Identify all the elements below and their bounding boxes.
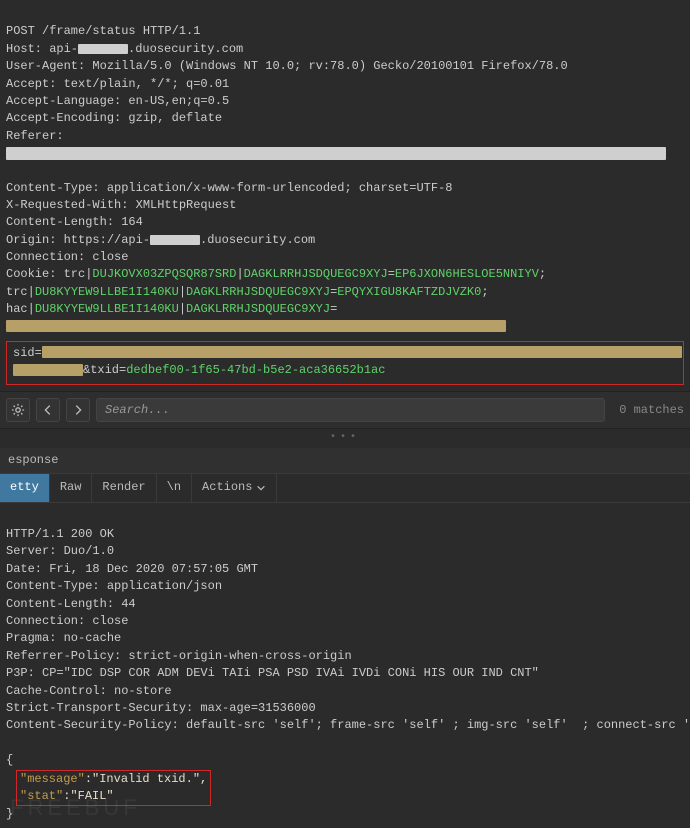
settings-gear-icon[interactable]: [6, 398, 30, 422]
accept-header: Accept: text/plain, */*; q=0.01: [6, 77, 229, 91]
search-match-count: 0 matches: [619, 402, 684, 419]
response-section-label: esponse: [0, 448, 690, 473]
referer-header: Referer:: [6, 129, 64, 143]
tab-raw[interactable]: Raw: [50, 474, 93, 501]
response-headers: HTTP/1.1 200 OK Server: Duo/1.0 Date: Fr…: [0, 503, 690, 828]
resp-content-type-header: Content-Type: application/json: [6, 579, 222, 593]
connection-header: Connection: close: [6, 250, 128, 264]
chevron-down-icon: [256, 483, 266, 493]
user-agent-header: User-Agent: Mozilla/5.0 (Windows NT 10.0…: [6, 59, 568, 73]
back-arrow-icon[interactable]: [36, 398, 60, 422]
server-header: Server: Duo/1.0: [6, 544, 114, 558]
request-headers: POST /frame/status HTTP/1.1 Host: api-.d…: [0, 0, 690, 337]
response-json-highlight: "message":"Invalid txid.", "stat":"FAIL": [16, 770, 211, 807]
txid-param-label: &txid=: [83, 363, 126, 377]
tab-pretty[interactable]: etty: [0, 474, 50, 501]
forward-arrow-icon[interactable]: [66, 398, 90, 422]
txid-param-value: dedbef00-1f65-47bd-b5e2-aca36652b1ac: [126, 363, 385, 377]
accept-encoding-header: Accept-Encoding: gzip, deflate: [6, 111, 222, 125]
origin-header: Origin: https://api-.duosecurity.com: [6, 233, 315, 247]
sts-header: Strict-Transport-Security: max-age=31536…: [6, 701, 316, 715]
accept-language-header: Accept-Language: en-US,en;q=0.5: [6, 94, 229, 108]
request-pane: POST /frame/status HTTP/1.1 Host: api-.d…: [0, 0, 690, 385]
request-body-highlight: sid= &txid=dedbef00-1f65-47bd-b5e2-aca36…: [6, 341, 684, 386]
actions-menu[interactable]: Actions: [192, 474, 277, 501]
cookie-header: Cookie: trc|DUJKOVX03ZPQSQR87SRD|DAGKLRR…: [6, 267, 546, 316]
host-header: Host: api-.duosecurity.com: [6, 42, 243, 56]
date-header: Date: Fri, 18 Dec 2020 07:57:05 GMT: [6, 562, 258, 576]
search-toolbar: Search... 0 matches: [0, 391, 690, 429]
tab-render[interactable]: Render: [92, 474, 156, 501]
cache-control-header: Cache-Control: no-store: [6, 684, 172, 698]
pane-splitter[interactable]: •••: [0, 429, 690, 448]
content-type-header: Content-Type: application/x-www-form-url…: [6, 181, 452, 195]
resp-content-length-header: Content-Length: 44: [6, 597, 136, 611]
response-status-line: HTTP/1.1 200 OK: [6, 527, 114, 541]
x-requested-with-header: X-Requested-With: XMLHttpRequest: [6, 198, 236, 212]
response-pane: HTTP/1.1 200 OK Server: Duo/1.0 Date: Fr…: [0, 503, 690, 828]
referrer-policy-header: Referrer-Policy: strict-origin-when-cros…: [6, 649, 352, 663]
resp-connection-header: Connection: close: [6, 614, 128, 628]
pragma-header: Pragma: no-cache: [6, 631, 121, 645]
tab-newline-toggle[interactable]: \n: [157, 474, 192, 501]
json-close-brace: }: [6, 807, 13, 821]
content-length-header: Content-Length: 164: [6, 215, 143, 229]
csp-header: Content-Security-Policy: default-src 'se…: [6, 718, 690, 732]
response-tabs: etty Raw Render \n Actions: [0, 473, 690, 502]
p3p-header: P3P: CP="IDC DSP COR ADM DEVi TAIi PSA P…: [6, 666, 539, 680]
request-line: POST /frame/status HTTP/1.1: [6, 24, 200, 38]
json-open-brace: {: [6, 753, 13, 767]
search-input[interactable]: Search...: [96, 398, 605, 422]
sid-param: sid=: [13, 346, 42, 360]
